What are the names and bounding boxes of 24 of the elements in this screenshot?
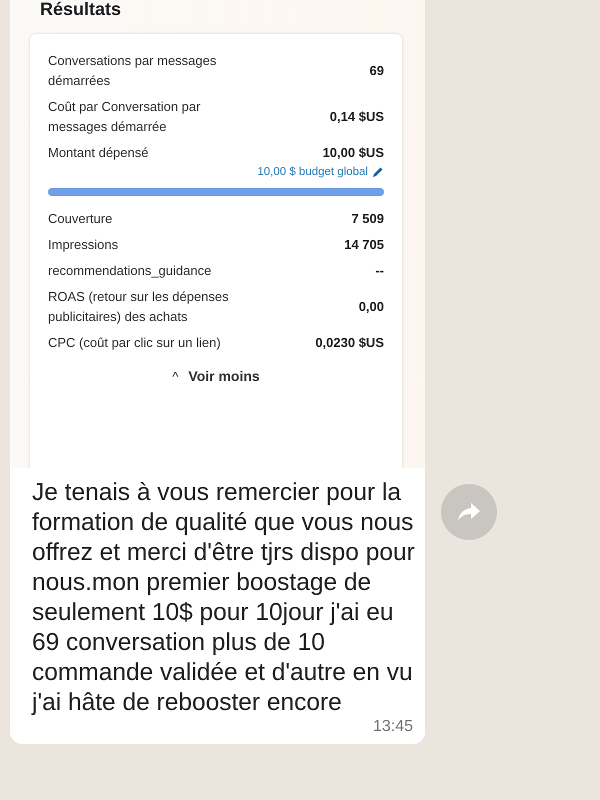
metric-value: 69 — [370, 62, 384, 80]
metric-value: 10,00 $US — [322, 144, 384, 162]
pencil-icon[interactable] — [372, 166, 384, 178]
see-less-link[interactable]: Voir moins — [188, 368, 260, 384]
metric-value: 14 705 — [344, 236, 384, 254]
message-text: Je tenais à vous remercier pour la formation de qualité que vous nous offrez et merci d'être tjrs dispo pour nous.mon premier boostage de seulement 10$ pour 10jour j'ai eu 69 conversation plus de 10 commande validée et d'autre en vu j'ai hâte de rebooster encore — [32, 478, 416, 718]
section-title: Résultats — [39, 0, 122, 21]
budget-link[interactable]: 10,00 $ budget global — [257, 166, 368, 178]
metric-value: 7 509 — [351, 210, 384, 228]
share-arrow-icon — [456, 501, 482, 523]
metric-label: CPC (coût par clic sur un lien) — [48, 334, 221, 352]
metric-label: recommendations_guidance — [48, 262, 212, 280]
metric-value: 0,14 $US — [330, 108, 384, 126]
metric-label: Impressions — [48, 236, 118, 254]
metric-label: Montant dépensé — [48, 144, 148, 162]
message-time: 13:45 — [372, 718, 413, 736]
metric-value: 0,00 — [358, 298, 384, 316]
metric-value: 0,0230 $US — [315, 334, 384, 352]
metric-label: Coût par Conversation par messages démarrée — [48, 98, 202, 136]
metric-value: -- — [375, 262, 384, 280]
metric-label: ROAS (retour sur les dépenses publicitaires) des achats — [48, 288, 230, 326]
metric-label: Conversations par messages démarrées — [48, 52, 218, 90]
metric-label: Couverture — [48, 210, 112, 228]
chevron-up-icon[interactable]: ^ — [172, 368, 178, 384]
